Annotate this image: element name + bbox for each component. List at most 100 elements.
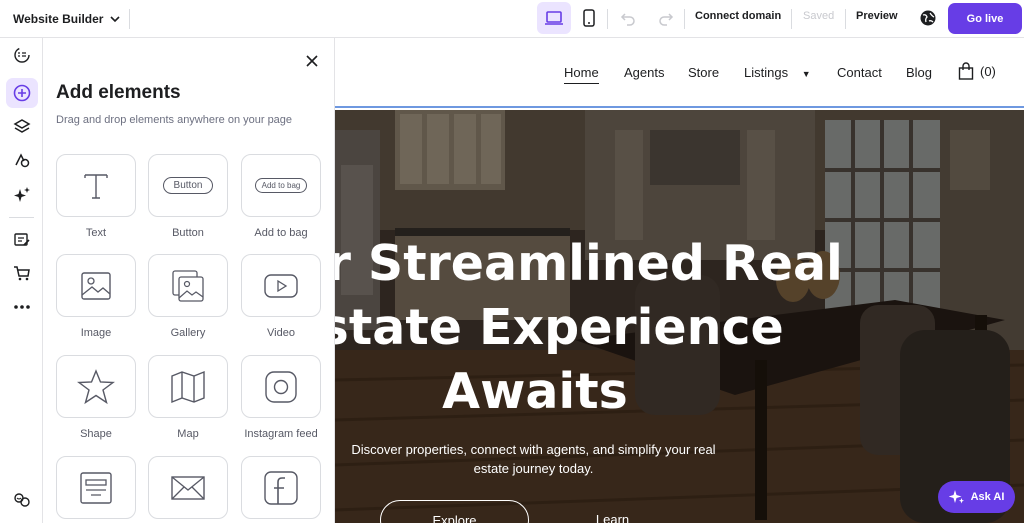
- element-tile-button[interactable]: Button: [148, 154, 228, 217]
- mobile-icon: [583, 9, 595, 27]
- star-icon: [77, 368, 115, 404]
- element-tile-email[interactable]: [148, 456, 228, 519]
- palette-icon: [15, 153, 30, 168]
- sparkle-icon: [948, 490, 964, 504]
- gallery-icon: [172, 269, 204, 302]
- map-icon: [171, 370, 205, 403]
- element-tile-add-to-bag[interactable]: Add to bag: [241, 154, 321, 217]
- globe-icon: [920, 10, 936, 26]
- image-icon: [81, 271, 111, 300]
- divider: [129, 9, 130, 29]
- learn-button[interactable]: Learn: [555, 500, 670, 523]
- nav-listings[interactable]: Listings ▼: [744, 65, 811, 80]
- tile-label: Add to bag: [254, 227, 308, 239]
- form-icon: [80, 471, 112, 504]
- layers-icon: [13, 119, 31, 133]
- tile-label: Map: [177, 428, 199, 440]
- hero-description: Discover properties, connect with agents…: [351, 442, 716, 476]
- tile-label: Image: [80, 327, 112, 339]
- add-elements-panel: Add elements Drag and drop elements anyw…: [43, 38, 335, 523]
- nav-blog[interactable]: Blog: [906, 65, 932, 80]
- left-rail: [0, 38, 43, 523]
- website-builder-menu[interactable]: Website Builder: [0, 12, 121, 26]
- cart-icon: [14, 266, 30, 281]
- redo-button[interactable]: [658, 10, 674, 31]
- envelope-icon: [171, 475, 205, 500]
- edit-list-icon: [14, 233, 30, 246]
- sparkle-icon: [14, 187, 30, 202]
- explore-button[interactable]: Explore: [380, 500, 529, 523]
- text-icon: [84, 173, 108, 199]
- nav-home[interactable]: Home: [564, 65, 599, 84]
- element-tile-map[interactable]: [148, 355, 228, 418]
- element-tile-form[interactable]: [56, 456, 136, 519]
- divider: [9, 217, 34, 218]
- app-name: Website Builder: [13, 11, 104, 26]
- redo-icon: [659, 13, 674, 26]
- element-tile-text[interactable]: [56, 154, 136, 217]
- element-tile-video[interactable]: [241, 254, 321, 317]
- checklist-button[interactable]: [6, 40, 38, 70]
- hero-title: Your Streamlined Real Estate Experience …: [335, 235, 843, 420]
- website-builder-app: Website Builder Connect domain Saved Pre…: [0, 0, 1024, 523]
- mobile-view-button[interactable]: [572, 2, 606, 34]
- cart-count: (0): [980, 63, 996, 79]
- panel-title: Add elements: [56, 82, 181, 103]
- divider: [607, 9, 608, 29]
- tile-label: Instagram feed: [244, 428, 318, 440]
- element-tile-facebook[interactable]: [241, 456, 321, 519]
- ai-tools-button[interactable]: [6, 180, 38, 210]
- saved-status: Saved: [803, 10, 835, 22]
- nav-store[interactable]: Store: [688, 65, 719, 80]
- help-icon: [14, 493, 30, 507]
- element-tile-image[interactable]: [56, 254, 136, 317]
- tile-label: Text: [85, 227, 107, 239]
- cart-button[interactable]: (0): [958, 62, 996, 80]
- ask-ai-label: Ask AI: [970, 491, 1005, 503]
- preview-button[interactable]: Preview: [856, 10, 898, 22]
- top-bar: Website Builder Connect domain Saved Pre…: [0, 0, 1024, 38]
- tile-label: Video: [267, 327, 295, 339]
- language-button[interactable]: [919, 9, 937, 32]
- nav-agents[interactable]: Agents: [624, 65, 664, 80]
- tile-label: Shape: [80, 428, 112, 440]
- divider: [845, 9, 846, 29]
- site-header: Home Agents Store Listings ▼ Contact Blo…: [335, 38, 1024, 108]
- site-preview[interactable]: Home Agents Store Listings ▼ Contact Blo…: [335, 38, 1024, 523]
- shopping-bag-icon: [958, 62, 974, 80]
- caret-down-icon: ▼: [801, 69, 811, 79]
- hero-section: Your Streamlined Real Estate Experience …: [335, 110, 1024, 523]
- layers-button[interactable]: [6, 112, 38, 142]
- plus-circle-icon: [13, 84, 31, 102]
- button-icon: Button: [162, 177, 214, 194]
- instagram-icon: [265, 370, 297, 403]
- divider: [684, 9, 685, 29]
- close-panel-button[interactable]: [302, 51, 322, 71]
- checklist-icon: [14, 47, 30, 63]
- close-icon: [306, 55, 318, 67]
- undo-button[interactable]: [620, 10, 636, 31]
- element-tile-instagram-feed[interactable]: [241, 355, 321, 418]
- connect-domain-button[interactable]: Connect domain: [695, 10, 781, 22]
- more-icon: [14, 305, 30, 309]
- add-elements-button[interactable]: [6, 78, 38, 108]
- element-tile-gallery[interactable]: [148, 254, 228, 317]
- help-button[interactable]: [6, 485, 38, 515]
- panel-subtitle: Drag and drop elements anywhere on your …: [56, 114, 293, 126]
- store-button[interactable]: [6, 258, 38, 288]
- add-to-bag-icon: Add to bag: [254, 178, 308, 193]
- more-button[interactable]: [6, 292, 38, 322]
- go-live-button[interactable]: Go live: [948, 3, 1022, 34]
- facebook-icon: [264, 470, 298, 505]
- ask-ai-button[interactable]: Ask AI: [938, 481, 1015, 513]
- desktop-view-button[interactable]: [537, 2, 571, 34]
- undo-icon: [620, 13, 635, 26]
- laptop-icon: [545, 11, 563, 25]
- styles-button[interactable]: [6, 145, 38, 175]
- divider: [791, 9, 792, 29]
- blog-button[interactable]: [6, 225, 38, 255]
- element-tile-shape[interactable]: [56, 355, 136, 418]
- nav-listings-label: Listings: [744, 65, 789, 80]
- video-icon: [264, 273, 298, 298]
- nav-contact[interactable]: Contact: [837, 65, 882, 80]
